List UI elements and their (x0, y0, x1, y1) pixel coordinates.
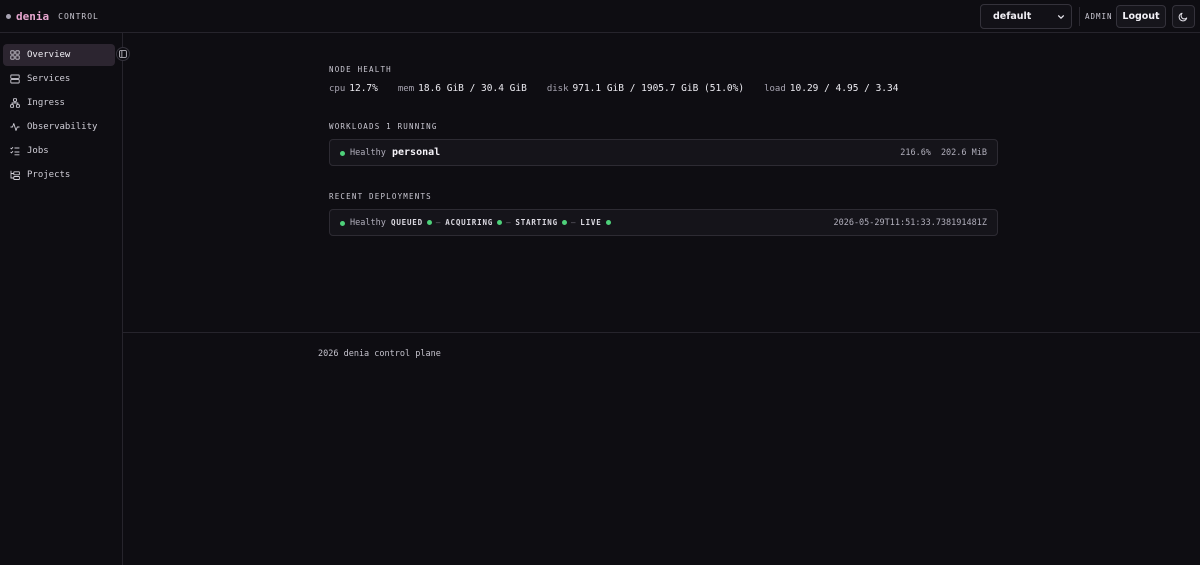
stage-separator: — (435, 218, 442, 227)
node-health-metrics: cpu 12.7% mem 18.6 GiB / 30.4 GiB disk 971.… (329, 83, 898, 94)
activity-icon (10, 123, 20, 131)
stage-starting: STARTING (515, 218, 558, 227)
sidebar-item-ingress[interactable]: Ingress (3, 92, 115, 114)
workload-cpu: 216.6% (900, 148, 931, 158)
deployment-row[interactable]: Healthy QUEUED — ACQUIRING — STARTING — … (329, 209, 998, 236)
mem-label: mem (397, 84, 415, 94)
cpu-value: 12.7% (349, 83, 378, 94)
load-metric: load 10.29 / 4.95 / 3.34 (764, 83, 898, 94)
logout-button[interactable]: Logout (1116, 5, 1166, 28)
list-checks-icon (10, 146, 20, 156)
sidebar-item-label: Projects (27, 170, 71, 180)
workload-name: personal (392, 147, 441, 158)
workload-status-label: Healthy (350, 148, 386, 158)
stage-dot-icon (426, 220, 432, 225)
namespace-select[interactable]: default (980, 4, 1072, 29)
disk-label: disk (546, 84, 569, 94)
workload-status: Healthy (340, 148, 386, 158)
deployment-pipeline: QUEUED — ACQUIRING — STARTING — LIVE (391, 218, 611, 227)
user-role-badge: ADMIN (1085, 12, 1113, 21)
footer-divider (123, 332, 1200, 333)
cpu-metric: cpu 12.7% (329, 83, 378, 94)
footer-text: 2026 denia control plane (318, 349, 441, 359)
disk-value: 971.1 GiB / 1905.7 GiB (51.0%) (572, 83, 745, 94)
stage-dot-icon (561, 220, 567, 225)
cpu-label: cpu (329, 84, 346, 94)
chevron-down-icon (1057, 15, 1065, 19)
load-value: 10.29 / 4.95 / 3.34 (789, 83, 899, 94)
workload-memory: 202.6 MiB (940, 148, 987, 158)
network-icon (10, 98, 20, 108)
sidebar: Overview Services Ingress Observability … (0, 33, 123, 565)
sidebar-item-label: Overview (27, 50, 71, 60)
stage-dot-icon (497, 220, 503, 225)
header-divider (1079, 7, 1080, 26)
brand[interactable]: denia CONTROL (6, 10, 99, 23)
brand-name: denia (16, 10, 50, 23)
sidebar-collapse-button[interactable] (116, 47, 130, 61)
panel-left-icon (119, 50, 127, 58)
sidebar-item-label: Services (27, 74, 71, 84)
deployment-status: Healthy (340, 218, 386, 228)
stage-live: LIVE (580, 218, 602, 227)
mem-metric: mem 18.6 GiB / 30.4 GiB (398, 83, 527, 94)
deployment-status-label: Healthy (350, 218, 386, 228)
moon-icon (1178, 12, 1188, 22)
node-health-title: NODE HEALTH (329, 65, 392, 74)
deployments-title: RECENT DEPLOYMENTS (329, 192, 432, 201)
stage-separator: — (506, 218, 512, 227)
workload-stats: 216.6% 202.6 MiB (900, 148, 987, 158)
server-icon (10, 74, 20, 84)
sidebar-item-label: Jobs (27, 146, 49, 156)
workloads-title: WORKLOADS 1 RUNNING (329, 122, 438, 131)
folder-tree-icon (10, 170, 20, 180)
sidebar-item-projects[interactable]: Projects (3, 164, 115, 186)
brand-dot-icon (6, 14, 11, 19)
stage-queued: QUEUED (391, 218, 423, 227)
brand-subtitle: CONTROL (58, 12, 99, 21)
disk-metric: disk 971.1 GiB / 1905.7 GiB (51.0%) (547, 83, 744, 94)
namespace-select-value: default (993, 11, 1032, 22)
deployment-timestamp: 2026-05-29T11:51:33.738191481Z (833, 218, 987, 228)
sidebar-item-overview[interactable]: Overview (3, 44, 115, 66)
status-dot-icon (340, 150, 345, 156)
theme-toggle-button[interactable] (1172, 5, 1195, 28)
sidebar-item-label: Ingress (27, 98, 65, 108)
grid-icon (10, 50, 20, 60)
top-bar: denia CONTROL default ADMIN Logout (0, 0, 1200, 33)
stage-acquiring: ACQUIRING (445, 218, 494, 227)
sidebar-item-observability[interactable]: Observability (3, 116, 115, 138)
load-label: load (764, 84, 786, 94)
sidebar-item-services[interactable]: Services (3, 68, 115, 90)
mem-value: 18.6 GiB / 30.4 GiB (418, 83, 527, 94)
status-dot-icon (340, 220, 345, 226)
workload-row[interactable]: Healthy personal 216.6% 202.6 MiB (329, 139, 998, 166)
stage-dot-icon (605, 220, 611, 225)
sidebar-item-jobs[interactable]: Jobs (3, 140, 115, 162)
sidebar-item-label: Observability (27, 122, 98, 132)
stage-separator: — (570, 218, 577, 227)
